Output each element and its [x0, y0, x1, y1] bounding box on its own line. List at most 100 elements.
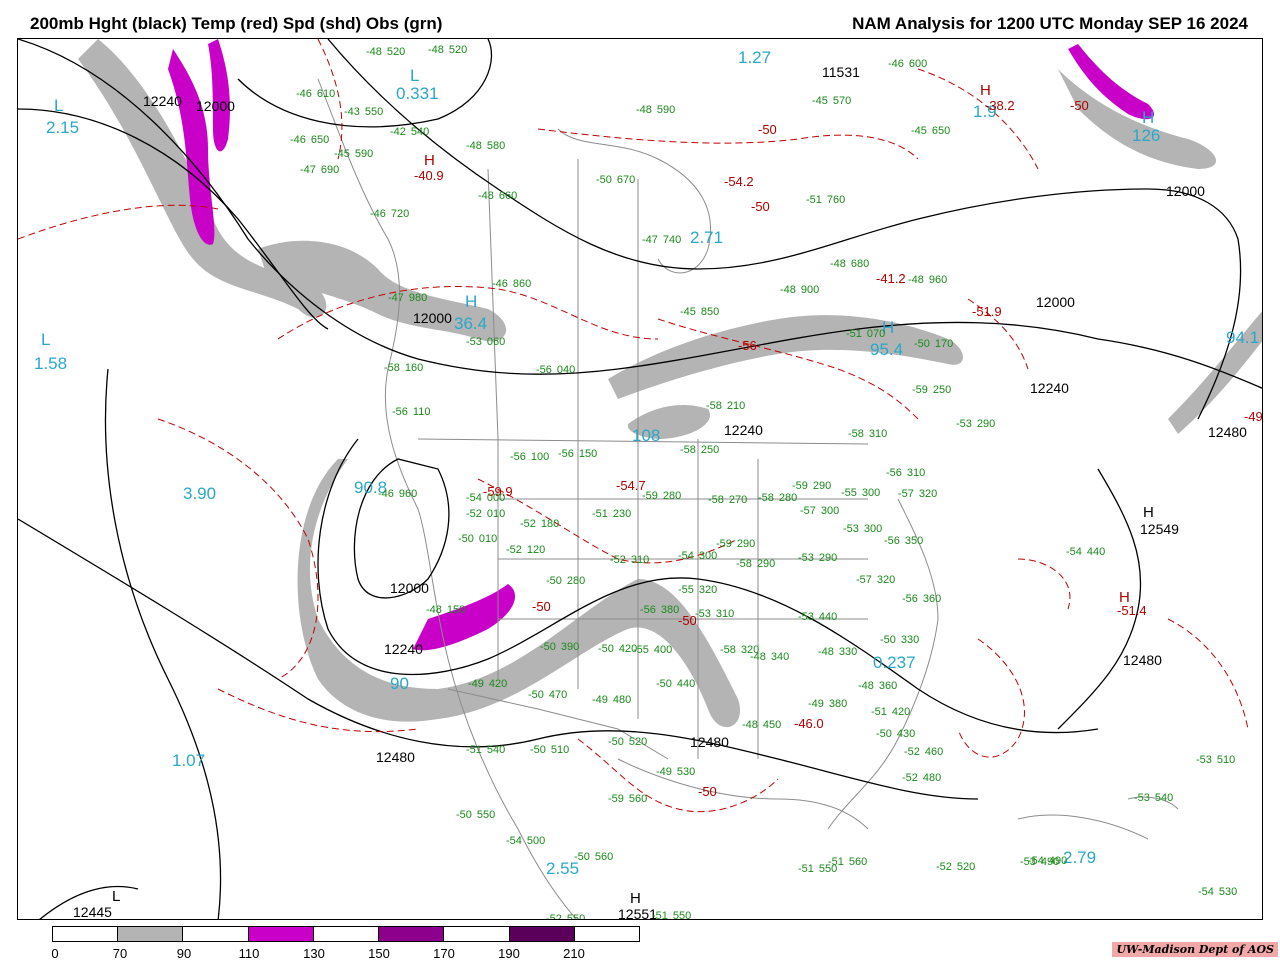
station-obs: -53 540 [1134, 793, 1173, 804]
temp-label: -46.0 [794, 716, 824, 731]
station-obs: -52 310 [610, 555, 649, 566]
station-temp: -46 [492, 278, 508, 290]
jet-northeast-gray [1058, 69, 1217, 169]
station-temp: -46 [378, 488, 394, 500]
station-height: 360 [922, 593, 942, 605]
station-temp: -48 [742, 719, 758, 731]
station-height: 300 [820, 505, 840, 517]
station-height: 490 [1048, 855, 1068, 867]
station-temp: -59 [912, 384, 928, 396]
station-obs: -54 490 [1028, 856, 1067, 867]
station-temp: -52 [610, 554, 626, 566]
station-height: 320 [918, 488, 938, 500]
station-height: 590 [354, 148, 374, 160]
station-height: 540 [486, 744, 506, 756]
station-height: 060 [486, 336, 506, 348]
scale-tick-label: 110 [238, 946, 260, 961]
station-temp: -53 [956, 418, 972, 430]
station-temp: -48 [750, 651, 766, 663]
station-height: 290 [756, 558, 776, 570]
speed-label: 1.07 [172, 751, 206, 770]
speed-center-label: H [465, 292, 478, 311]
station-obs: -48 900 [780, 285, 819, 296]
station-height: 960 [398, 488, 418, 500]
station-temp: -52 [520, 518, 536, 530]
scale-tick-label: 170 [433, 946, 455, 961]
station-obs: -46 720 [370, 209, 409, 220]
height-label: 12480 [690, 734, 729, 750]
station-temp: -50 [596, 174, 612, 186]
station-height: 360 [878, 680, 898, 692]
station-height: 420 [488, 678, 508, 690]
station-obs: -58 160 [384, 363, 423, 374]
station-height: 520 [956, 861, 976, 873]
station-obs: -50 330 [880, 635, 919, 646]
station-temp: -52 [546, 913, 562, 920]
station-temp: -53 [695, 608, 711, 620]
station-temp: -50 [880, 634, 896, 646]
station-temp: -50 [540, 641, 556, 653]
station-height: 110 [412, 406, 431, 418]
station-height: 530 [1218, 886, 1238, 898]
speed-label: 2.71 [690, 228, 724, 247]
station-temp: -54 [678, 550, 694, 562]
station-obs: -48 580 [466, 141, 505, 152]
station-obs: -52 520 [936, 862, 975, 873]
station-temp: -48 [426, 604, 442, 616]
temp-contour-9 [957, 638, 1025, 758]
station-obs: -48 660 [478, 191, 517, 202]
station-temp: -52 [936, 861, 952, 873]
station-height: 560 [848, 856, 868, 868]
height-label: 12000 [413, 310, 452, 326]
station-height: 460 [924, 746, 944, 758]
station-temp: -58 [706, 400, 722, 412]
station-temp: -48 [466, 140, 482, 152]
temp-label: -50 [1070, 98, 1089, 113]
station-temp: -59 [608, 793, 624, 805]
station-height: 340 [770, 651, 790, 663]
station-height: 000 [486, 492, 506, 504]
station-obs: -54 500 [506, 836, 545, 847]
station-temp: -51 [466, 744, 482, 756]
jet-core-west-2 [208, 39, 230, 152]
station-temp: -51 [806, 194, 822, 206]
station-obs: -55 300 [841, 488, 880, 499]
station-height: 540 [410, 126, 430, 138]
station-obs: -58 250 [680, 445, 719, 456]
low-marker: L [112, 888, 121, 905]
speed-label: 126 [1132, 126, 1161, 145]
height-label: 12000 [1166, 183, 1205, 199]
station-temp: -53 [843, 523, 859, 535]
station-height: 650 [310, 134, 330, 146]
station-height: 280 [566, 575, 586, 587]
station-temp: -54 [1066, 546, 1082, 558]
station-height: 530 [676, 766, 696, 778]
station-temp: -52 [506, 544, 522, 556]
station-temp: -55 [841, 487, 857, 499]
station-height: 300 [863, 523, 883, 535]
station-temp: -57 [898, 488, 914, 500]
station-height: 300 [861, 487, 881, 499]
station-obs: -56 310 [886, 468, 925, 479]
height-label: 11531 [822, 64, 860, 80]
station-height: 560 [594, 851, 614, 863]
temp-label: -50 [751, 199, 770, 214]
station-obs: -57 320 [856, 575, 895, 586]
station-temp: -57 [856, 574, 872, 586]
temp-label: -54.2 [724, 174, 754, 189]
station-obs: -51 550 [652, 911, 691, 920]
station-obs: -52 550 [546, 914, 585, 920]
station-height: 120 [526, 544, 546, 556]
height-label: 12480 [376, 749, 415, 765]
station-height: 160 [404, 362, 424, 374]
station-height: 440 [676, 678, 696, 690]
high-marker: H [630, 890, 641, 907]
boundaries [317, 78, 1179, 919]
station-obs: -58 290 [736, 559, 775, 570]
station-height: 170 [934, 338, 954, 350]
station-temp: -46 [370, 208, 386, 220]
station-temp: -58 [736, 558, 752, 570]
station-height: 280 [778, 492, 798, 504]
station-height: 590 [656, 104, 676, 116]
station-obs: -45 590 [334, 149, 373, 160]
